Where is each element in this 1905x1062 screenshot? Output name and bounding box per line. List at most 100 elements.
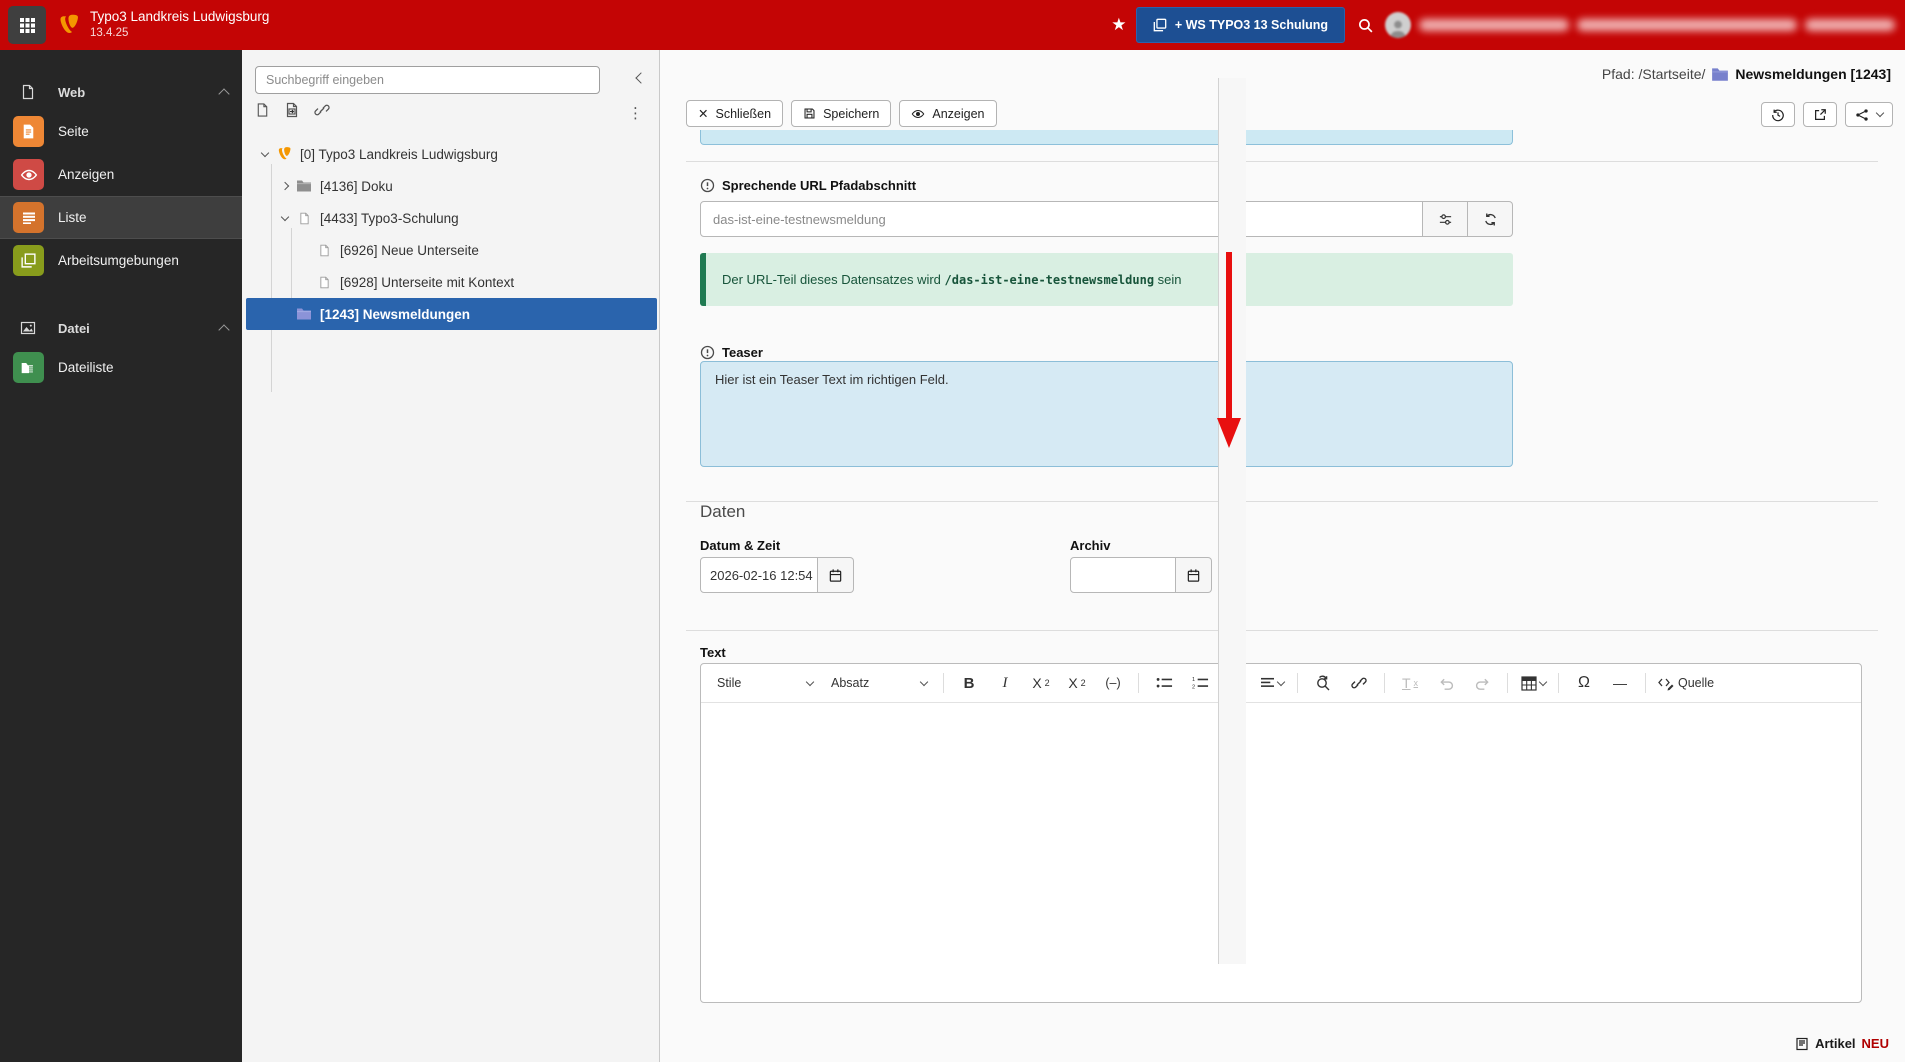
tree-more-menu-icon[interactable]: ⋮ — [628, 104, 643, 122]
tree-search-input[interactable] — [255, 66, 600, 94]
chevron-down-icon — [1538, 677, 1547, 686]
workspace-button[interactable]: + WS TYPO3 13 Schulung — [1135, 7, 1345, 43]
rte-table-dropdown[interactable] — [1516, 669, 1550, 697]
user-menu[interactable] — [1385, 12, 1895, 38]
file-module-icon — [16, 320, 40, 336]
search-icon[interactable] — [1345, 17, 1385, 34]
datum-field: 2026-02-16 12:54 ✕ — [700, 557, 854, 593]
tree-node-neue-unterseite[interactable]: [6926] Neue Unterseite — [242, 234, 659, 266]
rte-numbered-list-button[interactable]: 12 — [1183, 669, 1217, 697]
sidebar-item-seite[interactable]: Seite — [0, 110, 242, 153]
datum-input[interactable]: 2026-02-16 12:54 ✕ — [700, 557, 831, 593]
user-avatar — [1385, 12, 1411, 38]
rte-softhyphen-button[interactable]: (–) — [1096, 669, 1130, 697]
rte-link-button[interactable] — [1342, 669, 1376, 697]
rte-toolbar: Stile Absatz B I X2 X2 (–) 12 T x Ω — Qu… — [701, 664, 1861, 703]
record-type-indicator: Artikel NEU — [1795, 1036, 1889, 1051]
new-page-icon[interactable] — [255, 102, 270, 118]
url-toggle-icon[interactable] — [1423, 201, 1468, 237]
save-button[interactable]: Speichern — [791, 100, 892, 127]
typo3-logo-icon — [58, 13, 80, 37]
calendar-icon[interactable] — [818, 557, 854, 593]
page-icon — [314, 243, 334, 258]
rte-remove-format-button[interactable]: Tx — [1393, 669, 1427, 697]
tree-node-newsmeldungen[interactable]: [1243] Newsmeldungen — [246, 298, 657, 330]
rte-superscript-button[interactable]: X2 — [1060, 669, 1094, 697]
close-button[interactable]: ✕ Schließen — [686, 100, 784, 127]
workspace-button-label: + WS TYPO3 13 Schulung — [1174, 18, 1328, 32]
rte-bold-button[interactable]: B — [952, 669, 986, 697]
new-page-wizard-icon[interactable] — [284, 102, 300, 118]
archiv-field — [1070, 557, 1212, 593]
rte-format-dropdown[interactable]: Absatz — [823, 670, 935, 696]
breadcrumb-record: Newsmeldungen [1243] — [1735, 66, 1891, 82]
grid-icon — [19, 17, 36, 34]
module-menu: Web Seite Anzeigen Liste Arbeitsumgebung… — [0, 50, 242, 1062]
url-message-suffix: sein — [1154, 272, 1182, 287]
tree-node-typo3-schulung[interactable]: [4433] Typo3-Schulung — [242, 202, 659, 234]
page-module-icon — [13, 116, 44, 147]
view-module-icon — [13, 159, 44, 190]
save-icon — [803, 107, 816, 120]
modulemenu-toggle-button[interactable] — [8, 6, 46, 44]
module-group-datei[interactable]: Datei — [0, 310, 242, 346]
open-external-button[interactable] — [1803, 102, 1837, 127]
rte-subscript-button[interactable]: X2 — [1024, 669, 1058, 697]
url-segment-label-row: Sprechende URL Pfadabschnitt — [700, 178, 916, 193]
archiv-input[interactable] — [1070, 557, 1176, 593]
url-message-path: /das-ist-eine-testnewsmeldung — [944, 273, 1155, 287]
rte-redo-button[interactable] — [1465, 669, 1499, 697]
breadcrumb: Pfad: /Startseite/ Newsmeldungen [1243] — [1602, 66, 1891, 82]
rte-italic-button[interactable]: I — [988, 669, 1022, 697]
rte-horizontal-line-button[interactable]: — — [1603, 669, 1637, 697]
rte-bullet-list-button[interactable] — [1147, 669, 1181, 697]
site-title: Typo3 Landkreis Ludwigsburg 13.4.25 — [90, 9, 269, 40]
remove-format-small: x — [1413, 678, 1419, 688]
typo3-site-icon — [274, 146, 294, 162]
share-button[interactable] — [1845, 102, 1893, 127]
tree-node-doku[interactable]: [4136] Doku — [242, 170, 659, 202]
tree-node-label: [1243] Newsmeldungen — [320, 306, 471, 322]
tree-node-unterseite-mit-kontext[interactable]: [6928] Unterseite mit Kontext — [242, 266, 659, 298]
rte-undo-button[interactable] — [1429, 669, 1463, 697]
calendar-icon[interactable] — [1176, 557, 1212, 593]
topbar: Typo3 Landkreis Ludwigsburg 13.4.25 ★ + … — [0, 0, 1905, 50]
rte-align-dropdown[interactable] — [1255, 669, 1289, 697]
url-recalculate-icon[interactable] — [1468, 201, 1513, 237]
module-group-web[interactable]: Web — [0, 74, 242, 110]
sidebar-item-anzeigen[interactable]: Anzeigen — [0, 153, 242, 196]
collapse-tree-icon[interactable] — [635, 70, 647, 85]
redacted-username — [1419, 19, 1569, 31]
teaser-textarea[interactable]: Hier ist ein Teaser Text im richtigen Fe… — [700, 361, 1513, 467]
sidebar-item-label: Liste — [58, 210, 87, 225]
svg-text:1: 1 — [1192, 677, 1195, 683]
url-segment-input[interactable] — [700, 201, 1423, 237]
chevron-down-icon — [919, 677, 929, 686]
sidebar-item-arbeitsumgebungen[interactable]: Arbeitsumgebungen — [0, 239, 242, 282]
list-module-icon — [13, 202, 44, 233]
bookmark-star-icon[interactable]: ★ — [1102, 15, 1136, 35]
info-circle-icon[interactable] — [700, 345, 715, 360]
rte-editing-area[interactable] — [701, 703, 1861, 1002]
redacted-username-3 — [1805, 19, 1895, 31]
info-circle-icon[interactable] — [700, 178, 715, 193]
url-preview-message: Der URL-Teil dieses Datensatzes wird /da… — [700, 253, 1513, 306]
sidebar-item-liste[interactable]: Liste — [0, 196, 242, 239]
history-button[interactable] — [1761, 102, 1795, 127]
datum-label: Datum & Zeit — [700, 538, 781, 553]
scroll-gutter[interactable] — [1218, 78, 1246, 964]
link-icon[interactable] — [314, 102, 330, 118]
close-button-label: Schließen — [715, 106, 772, 121]
tree-node-label: [4433] Typo3-Schulung — [320, 210, 459, 226]
folder-icon — [1711, 67, 1729, 82]
rte-styles-dropdown[interactable]: Stile — [709, 670, 821, 696]
sidebar-item-dateiliste[interactable]: Dateiliste — [0, 346, 242, 389]
tree-node-root[interactable]: [0] Typo3 Landkreis Ludwigsburg — [242, 138, 659, 170]
rte-special-char-button[interactable]: Ω — [1567, 669, 1601, 697]
rte-source-button[interactable]: Quelle — [1654, 669, 1717, 697]
record-type-label: Artikel — [1815, 1036, 1856, 1051]
url-segment-field — [700, 201, 1513, 237]
view-button[interactable]: Anzeigen — [899, 100, 997, 127]
rte-find-replace-button[interactable] — [1306, 669, 1340, 697]
svg-text:2: 2 — [1192, 685, 1195, 690]
